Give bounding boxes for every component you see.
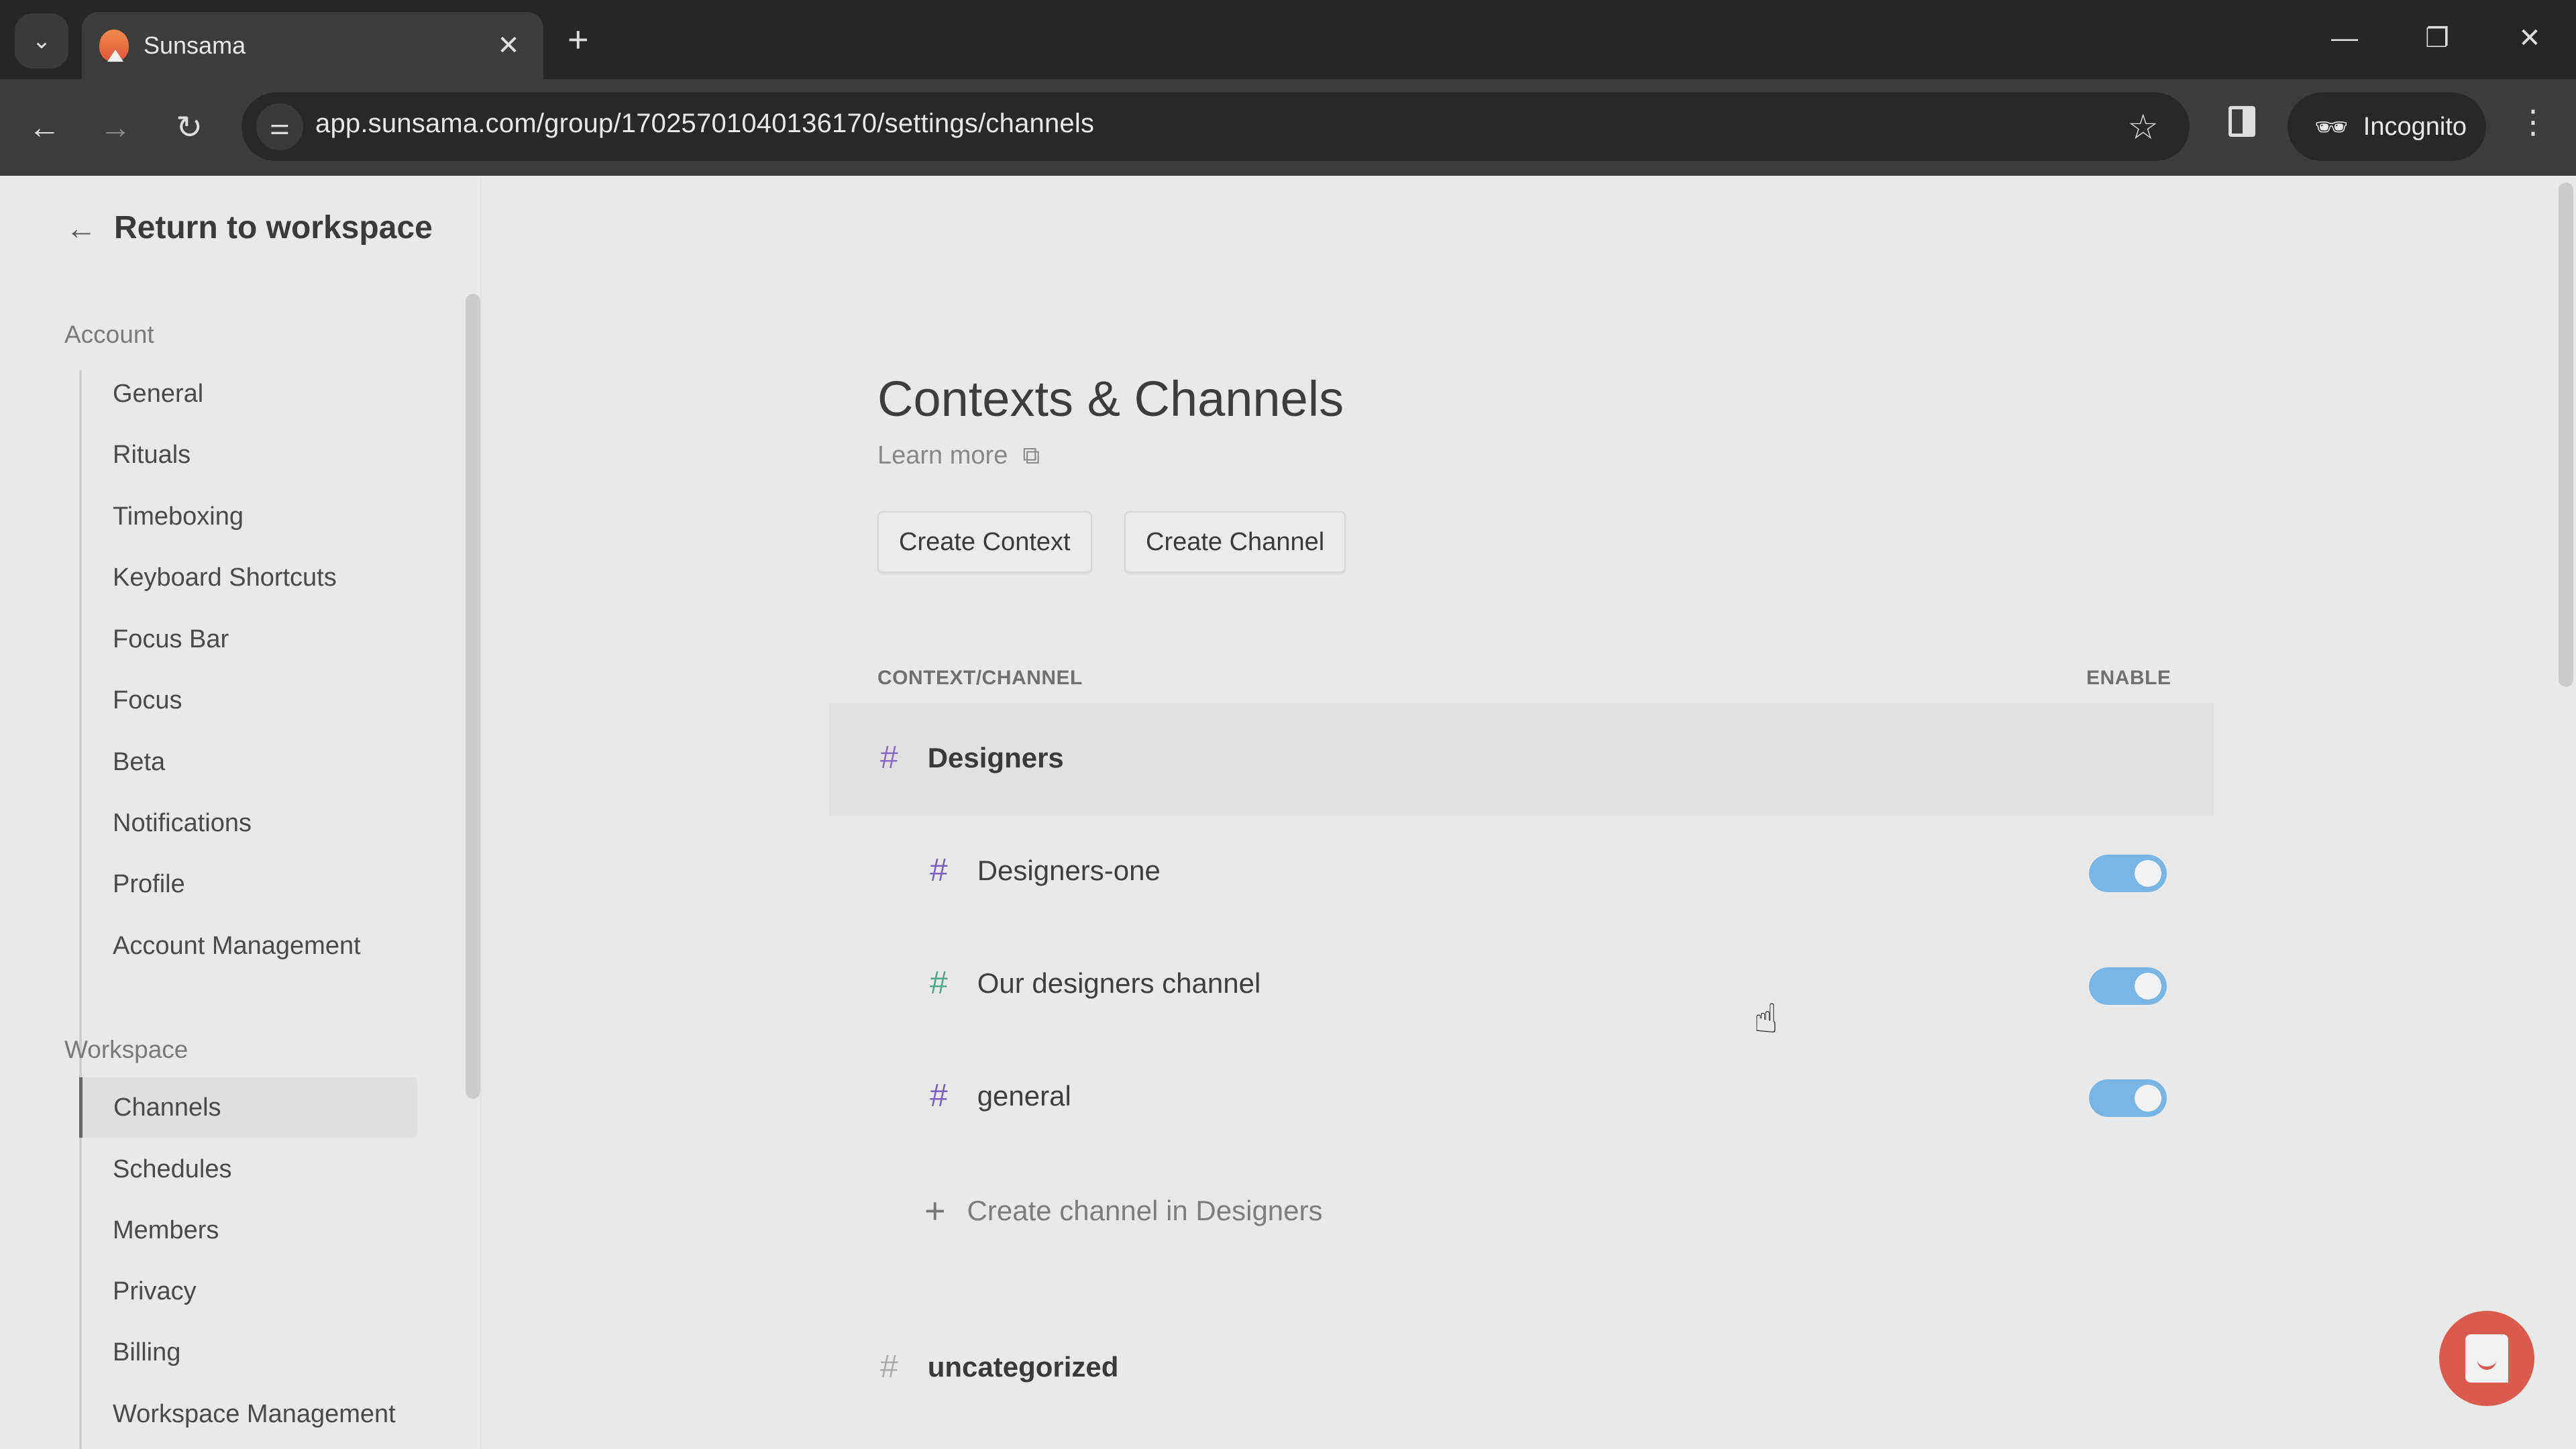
sidebar-item-profile[interactable]: Profile: [82, 854, 417, 914]
window-close-button[interactable]: ✕: [2500, 15, 2560, 62]
sidebar-item-workspace-management[interactable]: Workspace Management: [82, 1384, 417, 1444]
tab-sunsama[interactable]: Sunsama ✕: [82, 12, 543, 79]
sidebar-item-focus[interactable]: Focus: [82, 670, 417, 731]
tab-title: Sunsama: [144, 32, 246, 59]
sidebar-item-keyboard-shortcuts[interactable]: Keyboard Shortcuts: [82, 547, 417, 608]
sunsama-logo-icon: [99, 30, 129, 62]
address-bar[interactable]: ⚌ app.sunsama.com/group/1702570104013617…: [241, 93, 2190, 161]
sidebar-scrollbar[interactable]: [466, 294, 480, 1099]
channel-row[interactable]: # Our designers channel: [930, 965, 1260, 1002]
url-text[interactable]: app.sunsama.com/group/17025701040136170/…: [315, 109, 1094, 139]
hand-cursor-icon: ☝: [1754, 996, 1778, 1041]
arrow-left-icon: ←: [66, 210, 97, 246]
browser-menu-button[interactable]: ⋮: [2517, 103, 2549, 141]
sidebar-item-focus-bar[interactable]: Focus Bar: [82, 609, 417, 669]
channel-name: general: [977, 1079, 1071, 1112]
return-label: Return to workspace: [114, 210, 433, 246]
tab-search-button[interactable]: ⌄: [15, 13, 68, 68]
forward-button[interactable]: →: [91, 103, 140, 152]
side-panel-icon[interactable]: [2229, 106, 2255, 137]
page: ← Return to workspace Account General Ri…: [0, 176, 2576, 1449]
channel-name: Our designers channel: [977, 967, 1261, 999]
hash-icon: #: [880, 740, 898, 775]
create-context-button[interactable]: Create Context: [877, 511, 1092, 573]
star-icon: ☆: [2127, 108, 2159, 147]
tab-strip: ⌄ Sunsama ✕ + — ❐ ✕: [0, 0, 2576, 79]
bookmark-button[interactable]: ☆: [2127, 107, 2159, 148]
minimize-button[interactable]: —: [2314, 15, 2375, 62]
sidebar-item-timeboxing[interactable]: Timeboxing: [82, 486, 417, 547]
section-label-account: Account: [64, 321, 154, 348]
browser-chrome: ⌄ Sunsama ✕ + — ❐ ✕ ← → ↻ ⚌ app.sunsama.…: [0, 0, 2576, 176]
enable-toggle-general[interactable]: [2089, 1079, 2167, 1117]
incognito-badge[interactable]: 🕶 Incognito: [2288, 93, 2486, 161]
incognito-icon: 🕶: [2314, 112, 2349, 142]
reload-button[interactable]: ↻: [165, 103, 213, 152]
sidebar-item-beta[interactable]: Beta: [82, 732, 417, 792]
hash-icon: #: [880, 1349, 898, 1385]
browser-toolbar: ← → ↻ ⚌ app.sunsama.com/group/1702570104…: [0, 79, 2576, 176]
main-content: Contexts & Channels Learn more ⧉ Create …: [482, 176, 2576, 1449]
column-header-enable: ENABLE: [2086, 667, 2171, 689]
context-designers: # Designers: [880, 739, 1064, 776]
sidebar-item-account-management[interactable]: Account Management: [82, 916, 417, 976]
hash-icon: #: [930, 965, 948, 1001]
sidebar-item-members[interactable]: Members: [82, 1200, 417, 1260]
minimize-icon: —: [2331, 23, 2358, 53]
chevron-down-icon: ⌄: [32, 28, 52, 54]
sidebar-item-privacy[interactable]: Privacy: [82, 1261, 417, 1322]
learn-more-link[interactable]: Learn more ⧉: [877, 441, 1040, 470]
chat-icon: [2465, 1334, 2508, 1383]
reload-icon: ↻: [175, 110, 203, 146]
sidebar-item-notifications[interactable]: Notifications: [82, 793, 417, 853]
external-link-icon: ⧉: [1022, 441, 1040, 469]
arrow-right-icon: →: [99, 109, 131, 146]
enable-toggle-our-designers-channel[interactable]: [2089, 967, 2167, 1005]
back-button[interactable]: ←: [20, 103, 68, 152]
sidebar-item-billing[interactable]: Billing: [82, 1322, 417, 1383]
return-to-workspace-link[interactable]: ← Return to workspace: [66, 209, 433, 246]
settings-sidebar: ← Return to workspace Account General Ri…: [0, 176, 482, 1449]
close-icon: ✕: [2518, 23, 2541, 53]
column-header-context-channel: CONTEXT/CHANNEL: [877, 667, 1083, 689]
context-name: Designers: [927, 741, 1064, 773]
site-info-button[interactable]: ⚌: [256, 103, 303, 150]
page-title: Contexts & Channels: [877, 371, 1344, 427]
tune-icon: ⚌: [269, 114, 290, 140]
sidebar-item-general[interactable]: General: [82, 364, 417, 424]
enable-toggle-designers-one[interactable]: [2089, 855, 2167, 892]
kebab-menu-icon: ⋮: [2517, 105, 2549, 140]
hash-icon: #: [930, 1078, 948, 1114]
create-channel-in-designers-button[interactable]: + Create channel in Designers: [924, 1190, 1323, 1232]
arrow-left-icon: ←: [28, 109, 60, 146]
sidebar-item-schedules[interactable]: Schedules: [82, 1139, 417, 1199]
learn-more-label: Learn more: [877, 441, 1008, 470]
section-label-workspace: Workspace: [64, 1036, 189, 1063]
restore-icon: ❐: [2425, 23, 2449, 53]
channel-name: Designers-one: [977, 854, 1161, 886]
new-tab-button[interactable]: +: [568, 17, 589, 62]
incognito-label: Incognito: [2363, 112, 2467, 141]
restore-button[interactable]: ❐: [2407, 15, 2467, 62]
main-scrollbar[interactable]: [2559, 182, 2573, 687]
channel-row[interactable]: # general: [930, 1077, 1071, 1114]
context-uncategorized[interactable]: # uncategorized: [880, 1348, 1118, 1385]
context-name: uncategorized: [927, 1350, 1119, 1383]
support-chat-button[interactable]: [2439, 1311, 2534, 1406]
hash-icon: #: [930, 853, 948, 888]
create-channel-in-label: Create channel in Designers: [967, 1195, 1323, 1226]
sidebar-item-channels[interactable]: Channels: [79, 1077, 417, 1138]
plus-icon: +: [924, 1191, 946, 1231]
channel-row[interactable]: # Designers-one: [930, 852, 1161, 889]
tab-close-button[interactable]: ✕: [491, 28, 526, 63]
create-channel-button[interactable]: Create Channel: [1124, 511, 1346, 573]
sidebar-item-rituals[interactable]: Rituals: [82, 425, 417, 485]
